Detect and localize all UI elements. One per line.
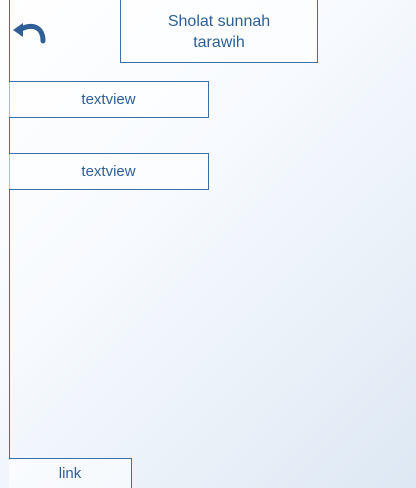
left-border-line (9, 0, 10, 460)
back-arrow-icon[interactable] (10, 20, 48, 46)
screen: Sholat sunnah tarawih textview textview … (0, 0, 416, 488)
link-button[interactable]: link (9, 458, 132, 488)
textview-2: textview (9, 153, 209, 190)
textview-1: textview (9, 81, 209, 118)
page-title: Sholat sunnah tarawih (120, 0, 318, 63)
